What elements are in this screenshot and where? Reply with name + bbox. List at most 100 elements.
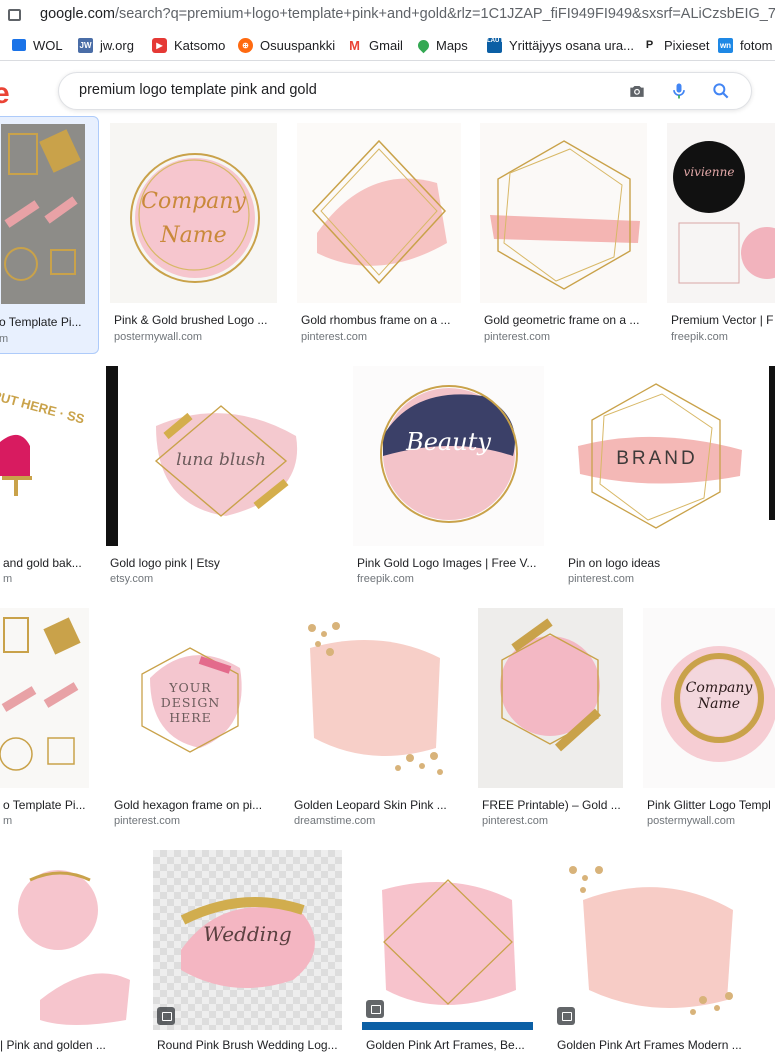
result-title[interactable]: Pink Glitter Logo Templ xyxy=(647,798,775,812)
bookmark-katsomo[interactable]: ▶ Katsomo xyxy=(152,36,225,54)
result-title[interactable]: Gold rhombus frame on a ... xyxy=(301,313,459,327)
result-title[interactable]: Pink & Gold brushed Logo ... xyxy=(114,313,274,327)
bookmark-fotom[interactable]: wn fotom xyxy=(718,36,773,54)
result-thumbnail[interactable]: Wedding xyxy=(153,850,342,1030)
result-title[interactable]: | Pink and golden ... xyxy=(0,1038,132,1052)
thumbnail-text: Wedding xyxy=(203,922,292,946)
lock-icon[interactable] xyxy=(8,9,21,21)
result-source: pinterest.com xyxy=(114,815,181,827)
image-result-13[interactable]: FREE Printable) – Gold ... pinterest.com xyxy=(478,608,624,833)
bookmark-wol[interactable]: WOL xyxy=(12,36,63,54)
result-source: freepik.com xyxy=(357,573,414,585)
result-title[interactable]: Premium Vector | F xyxy=(671,313,775,327)
thumbnail-art xyxy=(311,139,447,285)
thumbnail-text: Company Name xyxy=(685,680,753,712)
google-logo[interactable]: e xyxy=(0,77,10,111)
bookmark-label: Pixieset xyxy=(664,37,710,53)
result-thumbnail[interactable] xyxy=(0,608,89,788)
result-source: etsy.com xyxy=(110,573,154,585)
camera-icon[interactable] xyxy=(627,81,647,101)
bookmark-jw-org[interactable]: JW jw.org xyxy=(78,36,134,54)
result-source: pinterest.com xyxy=(301,331,368,343)
image-result-2[interactable]: Company Name Pink & Gold brushed Logo ..… xyxy=(110,123,278,353)
result-thumbnail[interactable]: luna blush xyxy=(106,366,333,546)
search-input[interactable] xyxy=(79,82,599,98)
result-title[interactable]: FREE Printable) – Gold ... xyxy=(482,798,624,812)
bookmark-osuuspankki[interactable]: ⊕ Osuuspankki xyxy=(238,36,335,54)
image-result-12[interactable]: Golden Leopard Skin Pink ... dreamstime.… xyxy=(290,608,459,833)
image-result-partial[interactable] xyxy=(769,366,775,546)
bookmark-gmail[interactable]: M Gmail xyxy=(347,36,403,54)
image-result-16[interactable]: Wedding Round Pink Brush Wedding Log... xyxy=(153,850,343,1052)
result-thumbnail[interactable]: Beauty xyxy=(353,366,544,546)
image-badge-icon xyxy=(366,1000,384,1018)
image-result-1[interactable]: o Template Pi... m xyxy=(0,116,99,354)
result-thumbnail[interactable] xyxy=(290,608,458,788)
result-thumbnail[interactable] xyxy=(362,850,533,1030)
result-source: pinterest.com xyxy=(484,331,551,343)
image-result-18[interactable]: Golden Pink Art Frames Modern ... xyxy=(553,850,753,1052)
result-thumbnail[interactable]: Company Name xyxy=(643,608,775,788)
image-result-17[interactable]: Golden Pink Art Frames, Be... xyxy=(362,850,534,1052)
url-text[interactable]: google.com/search?q=premium+logo+templat… xyxy=(40,6,775,22)
image-result-9[interactable]: BRAND Pin on logo ideas pinterest.com xyxy=(564,366,751,591)
result-title[interactable]: o Template Pi... xyxy=(3,798,91,812)
result-title[interactable]: Gold hexagon frame on pi... xyxy=(114,798,270,812)
result-title[interactable]: Pin on logo ideas xyxy=(568,556,748,570)
result-title[interactable]: Gold geometric frame on a ... xyxy=(484,313,644,327)
result-thumbnail[interactable] xyxy=(1,124,85,304)
result-thumbnail[interactable] xyxy=(769,366,775,520)
result-title[interactable]: Golden Leopard Skin Pink ... xyxy=(294,798,458,812)
image-result-15[interactable]: | Pink and golden ... xyxy=(0,850,134,1052)
result-thumbnail[interactable]: BRAND xyxy=(564,366,750,546)
result-title[interactable]: Round Pink Brush Wedding Log... xyxy=(157,1038,341,1052)
result-source: m xyxy=(3,815,13,827)
result-source: pinterest.com xyxy=(568,573,635,585)
gmail-icon: M xyxy=(349,37,360,53)
result-thumbnail[interactable]: Company Name xyxy=(110,123,277,303)
result-thumbnail[interactable]: vivienne xyxy=(667,123,775,303)
result-thumbnail[interactable] xyxy=(0,850,133,1030)
bookmark-label: WOL xyxy=(33,37,63,53)
thumbnail-art xyxy=(308,622,443,775)
result-source: freepik.com xyxy=(671,331,728,343)
url-path: /search?q=premium+logo+template+pink+and… xyxy=(114,6,775,22)
result-source: postermywall.com xyxy=(647,815,736,827)
bookmark-yrittajyys[interactable]: LAU REA Yrittäjyys osana ura... xyxy=(487,36,634,54)
search-icon[interactable] xyxy=(711,81,731,101)
image-result-6[interactable]: NE PUT HERE · SS NAME and gold bak... m xyxy=(0,366,90,591)
result-thumbnail[interactable] xyxy=(297,123,461,303)
result-source: postermywall.com xyxy=(114,331,203,343)
image-result-7[interactable]: luna blush Gold logo pink | Etsy etsy.co… xyxy=(106,366,334,591)
result-title[interactable]: Gold logo pink | Etsy xyxy=(110,556,330,570)
result-thumbnail[interactable]: YOUR DESIGN HERE xyxy=(110,608,271,788)
result-title[interactable]: Pink Gold Logo Images | Free V... xyxy=(357,556,543,570)
image-result-3[interactable]: Gold rhombus frame on a ... pinterest.co… xyxy=(297,123,462,353)
bookmark-label: Katsomo xyxy=(174,37,226,53)
result-thumbnail[interactable] xyxy=(553,850,752,1030)
result-source: pinterest.com xyxy=(482,815,549,827)
maps-pin-icon xyxy=(415,37,432,53)
result-title[interactable]: o Template Pi... xyxy=(0,315,94,329)
bookmark-maps[interactable]: Maps xyxy=(415,36,468,54)
image-result-11[interactable]: YOUR DESIGN HERE Gold hexagon frame on p… xyxy=(110,608,272,833)
result-thumbnail[interactable]: NE PUT HERE · SS NAME xyxy=(0,366,86,546)
thumbnail-art xyxy=(673,141,775,284)
image-result-8[interactable]: Beauty Pink Gold Logo Images | Free V...… xyxy=(353,366,545,591)
result-thumbnail[interactable] xyxy=(478,608,623,788)
result-title[interactable]: Golden Pink Art Frames, Be... xyxy=(366,1038,532,1052)
image-result-10[interactable]: o Template Pi... m xyxy=(0,608,92,833)
address-bar[interactable]: google.com/search?q=premium+logo+templat… xyxy=(0,0,775,30)
image-result-4[interactable]: Gold geometric frame on a ... pinterest.… xyxy=(480,123,648,353)
microphone-icon[interactable] xyxy=(669,81,689,101)
thumbnail-text: Company Name xyxy=(141,189,246,248)
image-result-14[interactable]: Company Name Pink Glitter Logo Templ pos… xyxy=(643,608,775,833)
result-title[interactable]: and gold bak... xyxy=(3,556,87,570)
image-result-5[interactable]: vivienne Premium Vector | F freepik.com xyxy=(667,123,775,353)
jw-icon: JW xyxy=(78,37,93,53)
result-title[interactable]: Golden Pink Art Frames Modern ... xyxy=(557,1038,753,1052)
op-icon: ⊕ xyxy=(238,37,253,53)
thumbnail-art xyxy=(500,618,602,752)
result-thumbnail[interactable] xyxy=(480,123,647,303)
bookmark-pixieset[interactable]: P Pixieset xyxy=(642,36,710,54)
